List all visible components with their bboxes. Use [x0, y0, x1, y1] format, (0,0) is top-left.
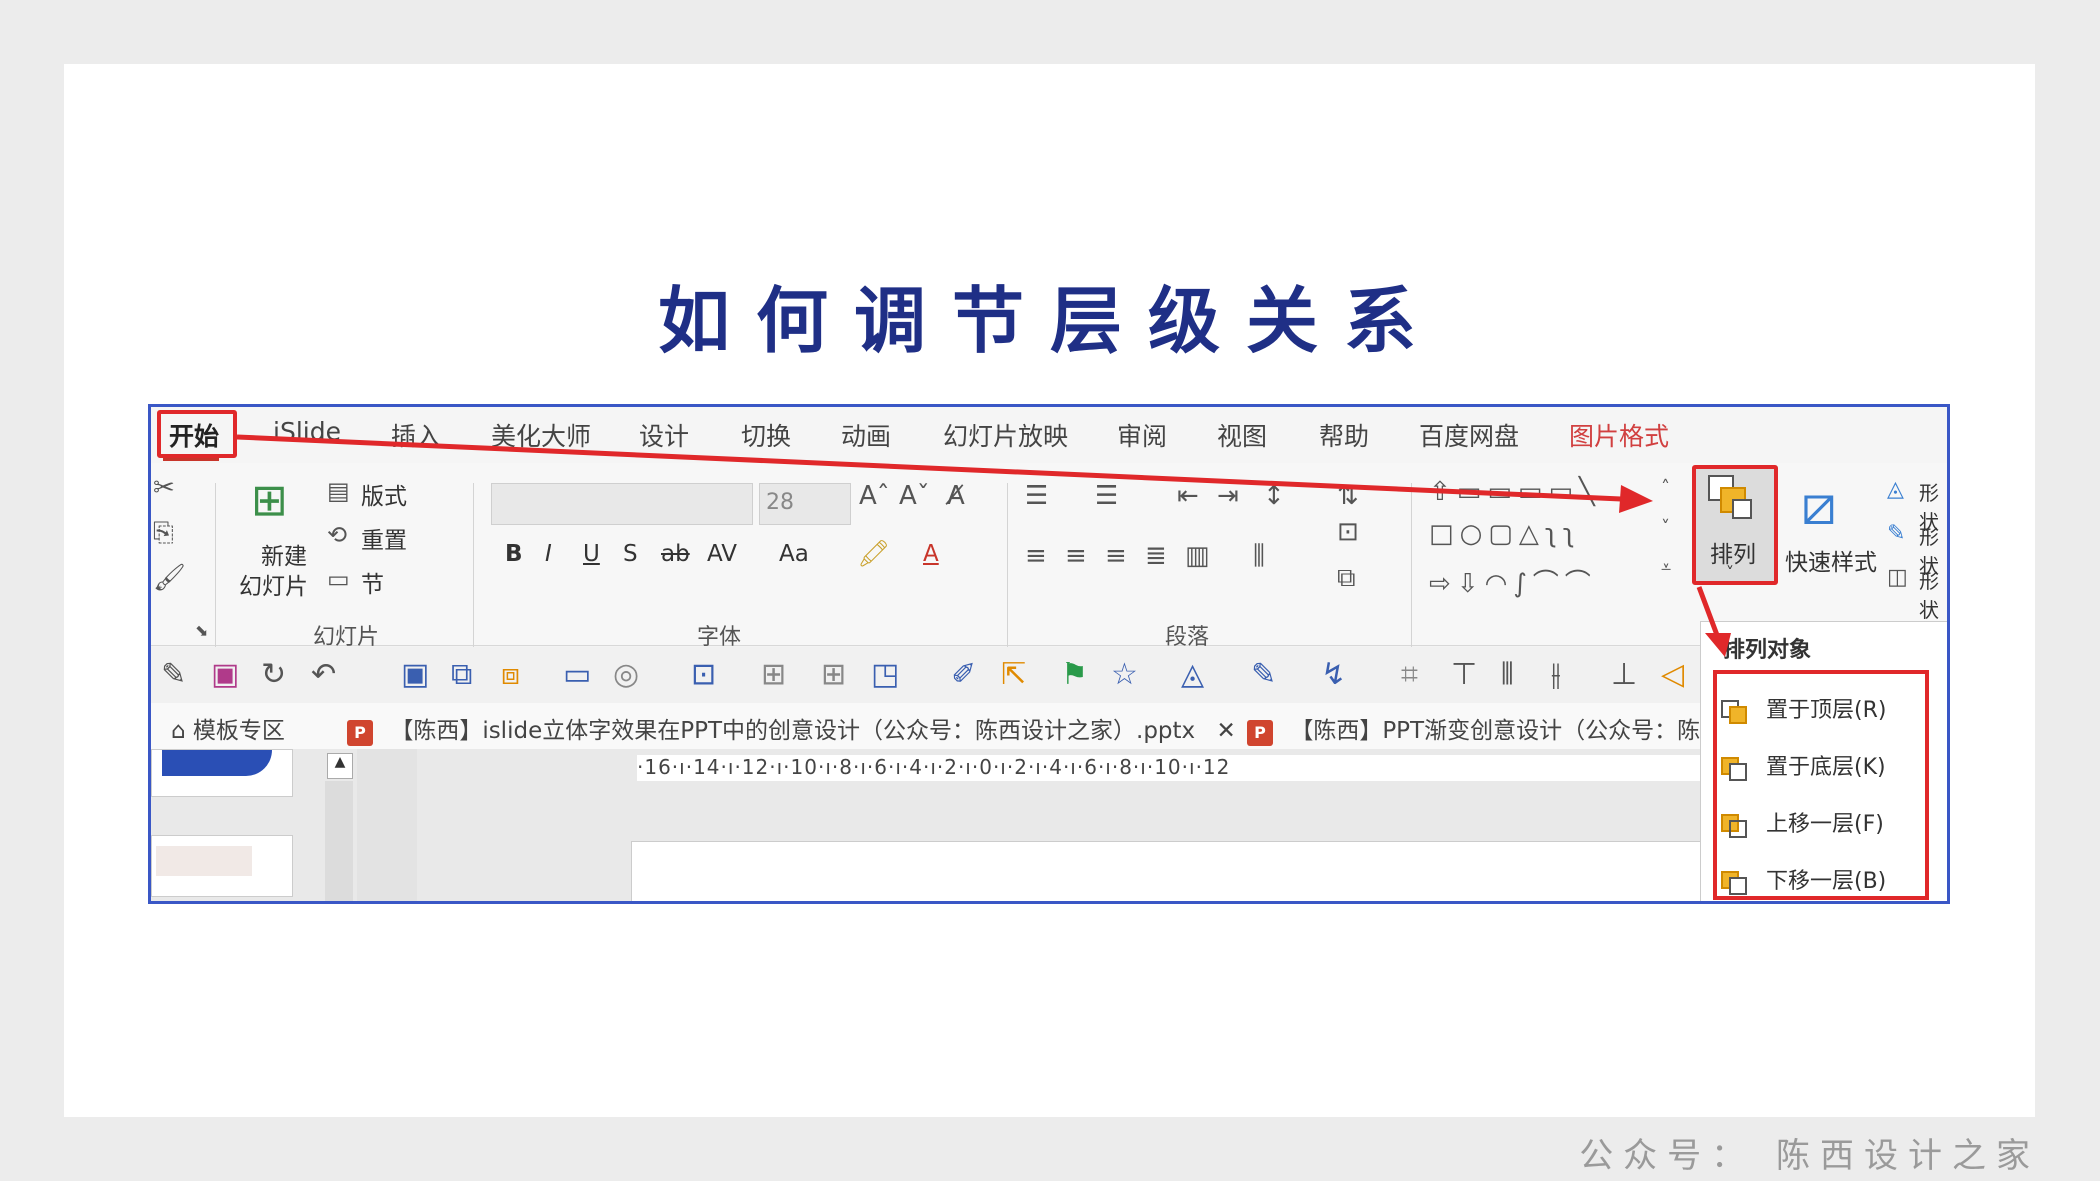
arrow-head-1 [1619, 485, 1653, 513]
ppt-screenshot: 开始 iSlide 插入 美化大师 设计 切换 动画 幻灯片放映 审阅 视图 帮… [148, 404, 1950, 904]
arrange-to-menu-arrow [1696, 586, 1720, 636]
arrow-head-2 [1705, 633, 1731, 657]
footer-credit: 公众号： 陈西设计之家 [1579, 1136, 2040, 1176]
page-title: 如何调节层级关系 [657, 279, 1442, 363]
start-to-arrange-arrow [236, 434, 1622, 502]
annotation-arrows [236, 434, 1731, 657]
